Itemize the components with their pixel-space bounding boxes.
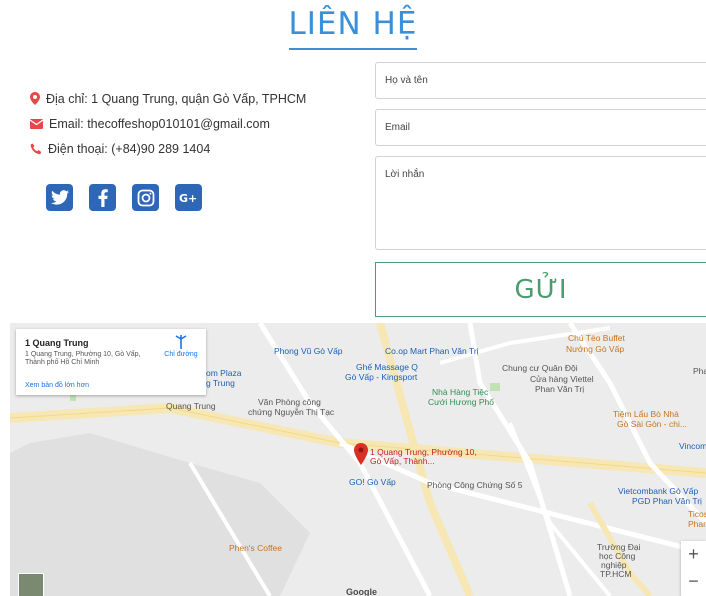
zoom-in-button[interactable]: + — [681, 541, 706, 568]
poi-chung-cu[interactable]: Chung cư Quân Đội — [502, 364, 578, 373]
page-title-wrap: LIÊN HỆ — [0, 6, 706, 50]
poi-dai-hoc-4: TP.HCM — [600, 569, 632, 579]
directions-button[interactable]: Chỉ đường — [160, 335, 202, 358]
poi-nha-hang[interactable]: Nhà Hàng Tiệc — [432, 388, 488, 397]
directions-label: Chỉ đường — [164, 351, 198, 358]
twitter-icon[interactable] — [46, 184, 73, 211]
satellite-thumbnail[interactable] — [18, 573, 44, 596]
email-placeholder: Email — [385, 122, 411, 133]
phone-text: Điện thoại: (+84)90 289 1404 — [48, 141, 211, 156]
poi-pha: Pha — [693, 366, 706, 376]
poi-ticos[interactable]: Ticos Coffe — [688, 510, 706, 519]
page-title: LIÊN HỆ — [288, 6, 418, 50]
poi-phong-vu[interactable]: Phong Vũ Gò Vấp — [274, 347, 343, 356]
name-placeholder: Họ và tên — [385, 75, 428, 86]
poi-tiem-lau[interactable]: Tiệm Lẩu Bò Nhà — [613, 410, 679, 419]
email-row: Email: thecoffeshop010101@gmail.com — [30, 111, 306, 136]
envelope-icon — [30, 118, 43, 129]
poi-kingsport[interactable]: Gò Vấp - Kingsport — [345, 373, 417, 382]
poi-vincom[interactable]: Vincom — [679, 442, 706, 451]
message-placeholder: Lời nhắn — [385, 169, 425, 180]
larger-map-link[interactable]: Xem bản đồ lớn hơn — [25, 382, 89, 389]
send-label: GỬI — [514, 274, 568, 305]
poi-chu-teo[interactable]: Chú Tèo Buffet — [568, 334, 625, 343]
address-text: Địa chỉ: 1 Quang Trung, quận Gò Vấp, TPH… — [46, 91, 307, 106]
phone-row: Điện thoại: (+84)90 289 1404 — [30, 136, 306, 161]
poi-sai-gon: Gò Sài Gòn - chi... — [617, 419, 687, 429]
google-plus-icon[interactable]: G+ — [175, 184, 202, 211]
map-pin-icon[interactable] — [354, 443, 368, 465]
poi-go-go-vap[interactable]: GO! Gò Vấp — [349, 478, 396, 487]
social-links: G+ — [46, 184, 202, 211]
map-pin-label: 1 Quang Trung, Phường 10, Gò Vấp, Thành.… — [370, 447, 477, 466]
embedded-map[interactable]: 1 Quang Trung 1 Quang Trung, Phường 10, … — [10, 323, 706, 596]
location-pin-icon — [30, 92, 40, 105]
directions-icon — [175, 335, 187, 349]
poi-ghe-massage[interactable]: Ghế Massage Q — [356, 363, 418, 372]
zoom-controls: + − — [681, 541, 706, 596]
poi-nuong[interactable]: Nướng Gò Vấp — [566, 345, 624, 354]
poi-viettel[interactable]: Cửa hàng Viettel — [530, 375, 594, 384]
facebook-icon[interactable] — [89, 184, 116, 211]
phone-icon — [30, 143, 42, 154]
poi-vietcombank[interactable]: Vietcombank Gò Vấp — [618, 487, 698, 496]
message-field[interactable]: Lời nhắn — [375, 156, 706, 250]
contact-info: Địa chỉ: 1 Quang Trung, quận Gò Vấp, TPH… — [30, 86, 306, 161]
map-place-name: 1 Quang Trung — [25, 338, 89, 348]
poi-phens[interactable]: Phen's Coffee — [229, 544, 282, 553]
poi-cuoi: Cưới Hương Phố — [428, 397, 494, 407]
email-field[interactable]: Email — [375, 109, 706, 146]
poi-vietcombank-2: PGD Phan Văn Trị — [632, 496, 702, 506]
address-row: Địa chỉ: 1 Quang Trung, quận Gò Vấp, TPH… — [30, 86, 306, 111]
poi-cong-chung[interactable]: Phòng Công Chứng Số 5 — [427, 481, 522, 490]
instagram-icon[interactable] — [132, 184, 159, 211]
poi-quang-trung[interactable]: Quang Trung — [166, 402, 216, 411]
zoom-out-button[interactable]: − — [681, 568, 706, 595]
map-place-address: 1 Quang Trung, Phường 10, Gò Vấp, Thành … — [25, 351, 141, 366]
svg-text:G+: G+ — [179, 192, 197, 204]
poi-plaza[interactable]: om Plaza — [206, 369, 241, 378]
poi-viettel-2: Phan Văn Trị — [535, 384, 585, 394]
poi-van-phong-2: chứng Nguyễn Thị Tạc — [248, 407, 335, 417]
send-button[interactable]: GỬI — [375, 262, 706, 317]
poi-plaza-2: g Trung — [206, 378, 235, 388]
poi-coop[interactable]: Co.op Mart Phan Văn Trị — [385, 347, 479, 356]
poi-van-phong[interactable]: Văn Phòng công — [258, 398, 321, 407]
name-field[interactable]: Họ và tên — [375, 62, 706, 99]
google-logo: Google — [346, 587, 377, 596]
email-text: Email: thecoffeshop010101@gmail.com — [49, 116, 270, 131]
map-info-card: 1 Quang Trung 1 Quang Trung, Phường 10, … — [16, 329, 206, 395]
poi-ticos-2: Phan Văn Tr — [688, 519, 706, 529]
